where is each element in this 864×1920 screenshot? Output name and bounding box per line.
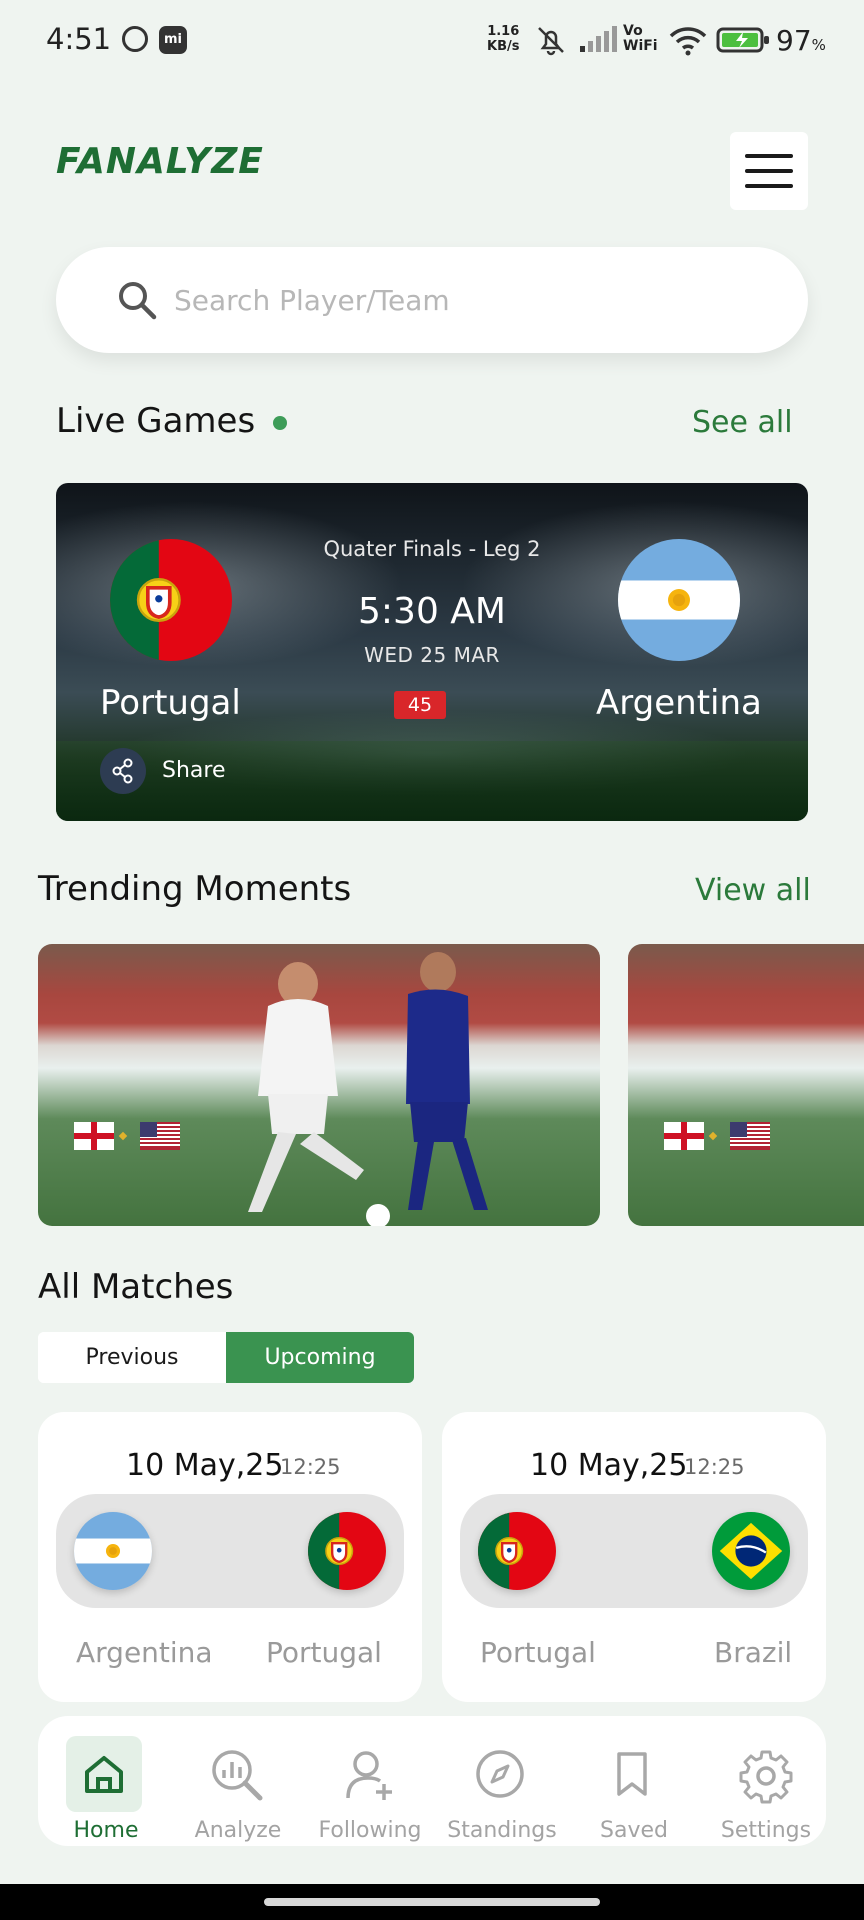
portugal-flag-icon	[478, 1512, 556, 1590]
bottom-navigation: Home Analyze Following Standings Saved S…	[38, 1716, 826, 1846]
england-flag-icon	[664, 1122, 704, 1150]
vowifi-bottom: WiFi	[623, 38, 658, 54]
nav-item-analyze[interactable]: Analyze	[174, 1726, 302, 1843]
nav-item-standings[interactable]: Standings	[438, 1726, 566, 1843]
battery-unit: %	[811, 36, 826, 54]
signal-icon	[580, 26, 617, 52]
view-all-link[interactable]: View all	[695, 873, 811, 908]
nav-item-saved[interactable]: Saved	[570, 1726, 698, 1843]
portugal-flag-icon	[308, 1512, 386, 1590]
mi-app-icon: mi	[159, 26, 187, 54]
players-illustration	[248, 952, 488, 1226]
live-games-title: Live Games	[56, 401, 256, 441]
share-label[interactable]: Share	[162, 758, 226, 783]
search-input[interactable]	[174, 277, 754, 323]
match-date: 10 May,25	[530, 1448, 688, 1483]
argentina-flag-icon	[74, 1512, 152, 1590]
nav-item-home[interactable]: Home	[42, 1726, 170, 1843]
add-user-icon	[330, 1736, 406, 1812]
network-speed-unit: KB/s	[487, 39, 520, 54]
match-stage: Quater Finals - Leg 2	[323, 537, 541, 561]
nav-label-home: Home	[73, 1818, 139, 1843]
silent-bell-icon	[538, 27, 564, 56]
nav-item-settings[interactable]: Settings	[702, 1726, 830, 1843]
gear-icon	[726, 1736, 802, 1812]
trending-moments-title: Trending Moments	[38, 869, 352, 909]
all-matches-title: All Matches	[38, 1267, 234, 1307]
battery-value: 97	[776, 24, 812, 57]
live-indicator-dot	[273, 416, 287, 430]
share-button[interactable]	[100, 748, 146, 794]
match-date: WED 25 MAR	[364, 643, 500, 667]
battery-icon	[716, 27, 769, 53]
network-speed-value: 1.16	[487, 24, 520, 39]
vowifi-top: Vo	[623, 23, 643, 39]
home-team-name: Argentina	[76, 1636, 213, 1669]
usa-flag-icon	[140, 1122, 180, 1150]
match-card[interactable]: 10 May,25 12:25 Portugal Brazil	[442, 1412, 826, 1702]
match-time: 5:30 AM	[358, 591, 506, 632]
bookmark-icon	[594, 1736, 670, 1812]
home-team-name: Portugal	[480, 1636, 596, 1669]
see-all-link[interactable]: See all	[692, 405, 793, 440]
share-icon	[112, 758, 133, 784]
home-icon	[66, 1736, 142, 1812]
nav-label-standings: Standings	[447, 1818, 557, 1843]
hamburger-menu-button[interactable]	[730, 132, 808, 210]
match-minute-badge: 45	[394, 691, 446, 719]
brazil-flag-icon	[712, 1512, 790, 1590]
match-time: 12:25	[684, 1455, 745, 1479]
home-gesture-handle[interactable]	[264, 1898, 600, 1906]
system-navigation-bar	[0, 1884, 864, 1920]
network-speed: 1.16 KB/s	[487, 24, 519, 54]
wifi-icon	[669, 27, 707, 56]
usa-flag-icon	[730, 1122, 770, 1150]
analyze-icon	[198, 1736, 274, 1812]
face-notification-icon	[122, 26, 148, 52]
menu-icon-bar	[745, 154, 793, 158]
away-team-name: Portugal	[266, 1636, 382, 1669]
home-team-name: Portugal	[100, 683, 241, 723]
match-time: 12:25	[280, 1455, 341, 1479]
nav-label-settings: Settings	[720, 1818, 812, 1843]
search-bar[interactable]	[56, 247, 808, 353]
nav-label-analyze: Analyze	[194, 1818, 282, 1843]
nav-label-following: Following	[318, 1818, 422, 1843]
match-teams-pill	[460, 1494, 808, 1608]
moment-image	[628, 944, 864, 1226]
tab-upcoming[interactable]: Upcoming	[226, 1332, 414, 1383]
match-date: 10 May,25	[126, 1448, 284, 1483]
menu-icon-bar	[745, 169, 793, 173]
battery-percentage: 97%	[776, 24, 826, 57]
trending-moment-card[interactable]	[628, 944, 864, 1226]
match-card[interactable]: 10 May,25 12:25 Argentina Portugal	[38, 1412, 422, 1702]
away-team-name: Argentina	[596, 683, 762, 723]
trending-moment-card[interactable]	[38, 944, 600, 1226]
away-team-name: Brazil	[714, 1636, 793, 1669]
nav-item-following[interactable]: Following	[306, 1726, 434, 1843]
match-filter-tabs: Previous Upcoming	[38, 1332, 414, 1383]
vowifi-indicator: Vo WiFi	[623, 24, 658, 54]
england-flag-icon	[74, 1122, 114, 1150]
search-icon	[119, 282, 157, 320]
nav-label-saved: Saved	[600, 1818, 668, 1843]
app-logo: FANALYZE	[56, 141, 264, 182]
tab-previous[interactable]: Previous	[38, 1332, 226, 1383]
status-time: 4:51	[46, 22, 112, 56]
menu-icon-bar	[745, 184, 793, 188]
compass-icon	[462, 1736, 538, 1812]
match-teams-pill	[56, 1494, 404, 1608]
status-bar: 4:51 mi 1.16 KB/s Vo WiFi 97%	[0, 0, 864, 80]
live-match-card[interactable]: Quater Finals - Leg 2 5:30 AM WED 25 MAR…	[56, 483, 808, 821]
